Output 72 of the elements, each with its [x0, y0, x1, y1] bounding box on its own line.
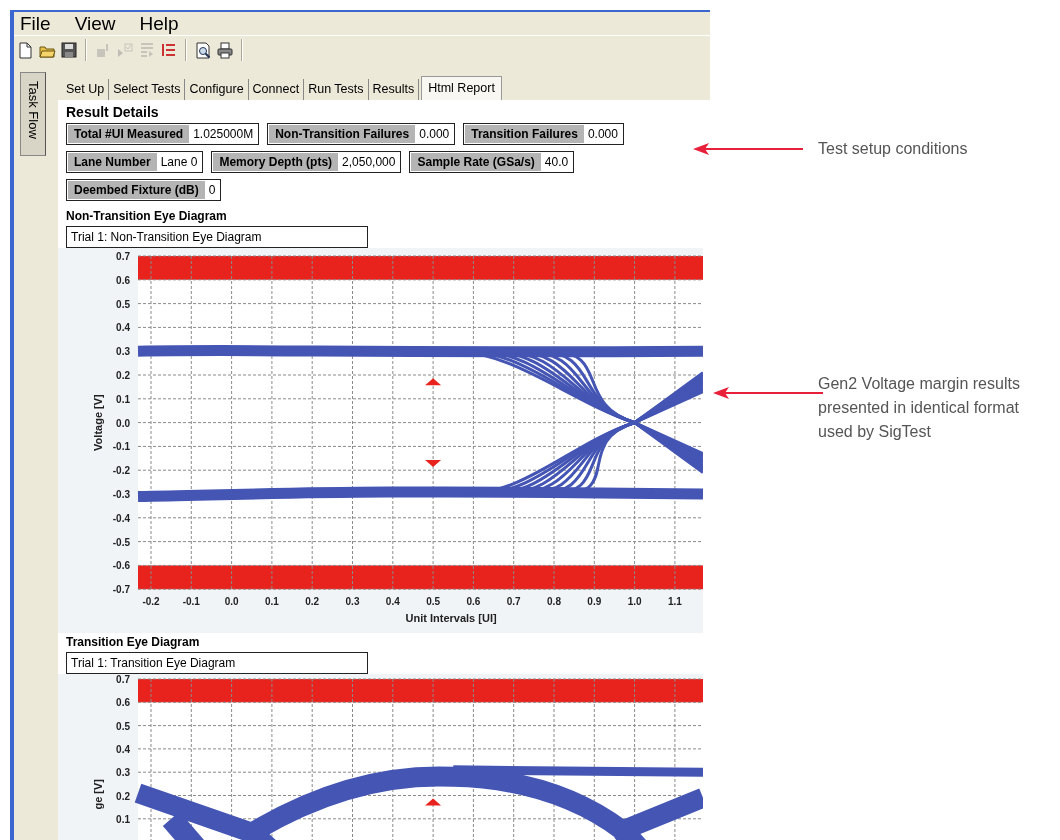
y-tick-label: 0.3 — [116, 767, 130, 779]
field-value: 0 — [207, 182, 217, 199]
field-value: 2,050,000 — [341, 154, 397, 171]
field-label: Lane Number — [68, 153, 157, 171]
x-tick-label: 0.7 — [506, 596, 521, 608]
y-tick-label: 0.3 — [116, 346, 130, 358]
y-axis-label: ge [V] — [92, 779, 104, 810]
y-tick-label: 0.5 — [116, 720, 130, 732]
y-tick-label: -0.5 — [112, 536, 130, 548]
field-value: 0.000 — [418, 126, 451, 143]
field-label: Non-Transition Failures — [269, 125, 416, 143]
list-icon[interactable] — [160, 41, 178, 59]
y-tick-label: 0.0 — [116, 417, 130, 429]
y-tick-label: 0.6 — [116, 697, 130, 709]
x-axis-label: Unit Intervals [UI] — [405, 612, 497, 625]
y-tick-label: 0.4 — [116, 322, 130, 334]
y-tick-label: -0.2 — [112, 465, 130, 477]
x-tick-label: -0.1 — [182, 596, 200, 608]
triangle-marker — [425, 798, 442, 806]
y-tick-label: -0.3 — [112, 489, 130, 500]
field-value: 0.000 — [586, 126, 619, 143]
y-tick-label: -0.7 — [112, 584, 130, 596]
x-tick-label: 0.0 — [224, 596, 239, 608]
y-tick-label: -0.6 — [112, 560, 130, 572]
section-heading: Result Details — [66, 104, 159, 120]
field-value: Lane 0 — [159, 154, 199, 171]
y-tick-label: 0.4 — [116, 743, 130, 755]
y-tick-label: 0.2 — [116, 790, 130, 802]
new-file-icon[interactable] — [16, 41, 34, 59]
trial-label-field: Trial 1: Non-Transition Eye Diagram — [66, 226, 368, 248]
annotation-text: Gen2 Voltage margin results presented in identical format used by SigTest — [818, 374, 1021, 442]
triangle-marker — [425, 460, 442, 468]
x-tick-label: 0.1 — [264, 596, 279, 608]
x-tick-label: 0.2 — [305, 596, 320, 608]
chart-title: Transition Eye Diagram — [66, 635, 200, 649]
x-tick-label: 0.6 — [466, 596, 481, 608]
y-tick-label: 0.5 — [116, 298, 130, 310]
y-axis-label: Voltage [V] — [92, 394, 104, 451]
field-value: 40.0 — [543, 154, 570, 171]
field-label: Deembed Fixture (dB) — [68, 181, 205, 199]
y-tick-label: -0.1 — [112, 441, 130, 453]
x-tick-label: 1.0 — [627, 596, 642, 608]
x-tick-label: 1.1 — [667, 596, 682, 608]
trial-label-field: Trial 1: Transition Eye Diagram — [66, 652, 368, 674]
chart-title: Non-Transition Eye Diagram — [66, 209, 227, 223]
y-tick-label: 0.6 — [116, 274, 130, 286]
x-tick-label: -0.2 — [142, 596, 160, 608]
field-label: Memory Depth (pts) — [213, 153, 339, 171]
triangle-marker — [425, 378, 442, 386]
field-label: Total #UI Measured — [68, 125, 190, 143]
menu-item[interactable]: View — [74, 12, 116, 35]
x-tick-label: 0.3 — [345, 596, 360, 608]
x-tick-label: 0.5 — [426, 596, 441, 608]
y-tick-label: 0.1 — [116, 813, 130, 825]
field-label: Transition Failures — [465, 125, 584, 143]
y-tick-label: 0.7 — [116, 251, 130, 262]
print-preview-icon[interactable] — [194, 41, 212, 59]
menu-item[interactable]: File — [20, 12, 51, 35]
x-tick-label: 0.8 — [547, 596, 561, 608]
y-tick-label: 0.2 — [116, 370, 130, 381]
field-label: Sample Rate (GSa/s) — [411, 153, 541, 171]
x-tick-label: 0.4 — [385, 596, 400, 608]
y-tick-label: -0.4 — [112, 512, 130, 524]
y-tick-label: 0.1 — [116, 393, 130, 405]
tab[interactable]: Html Report — [421, 76, 502, 100]
task-flow-tab[interactable]: Task Flow — [20, 72, 46, 156]
y-tick-label: 0.7 — [116, 674, 130, 685]
x-tick-label: 0.9 — [587, 596, 602, 608]
annotation-text: Test setup conditions — [818, 139, 969, 159]
printer-icon[interactable] — [216, 41, 234, 59]
menu-item[interactable]: Help — [139, 12, 179, 35]
field-value: 1.025000M — [192, 126, 255, 143]
